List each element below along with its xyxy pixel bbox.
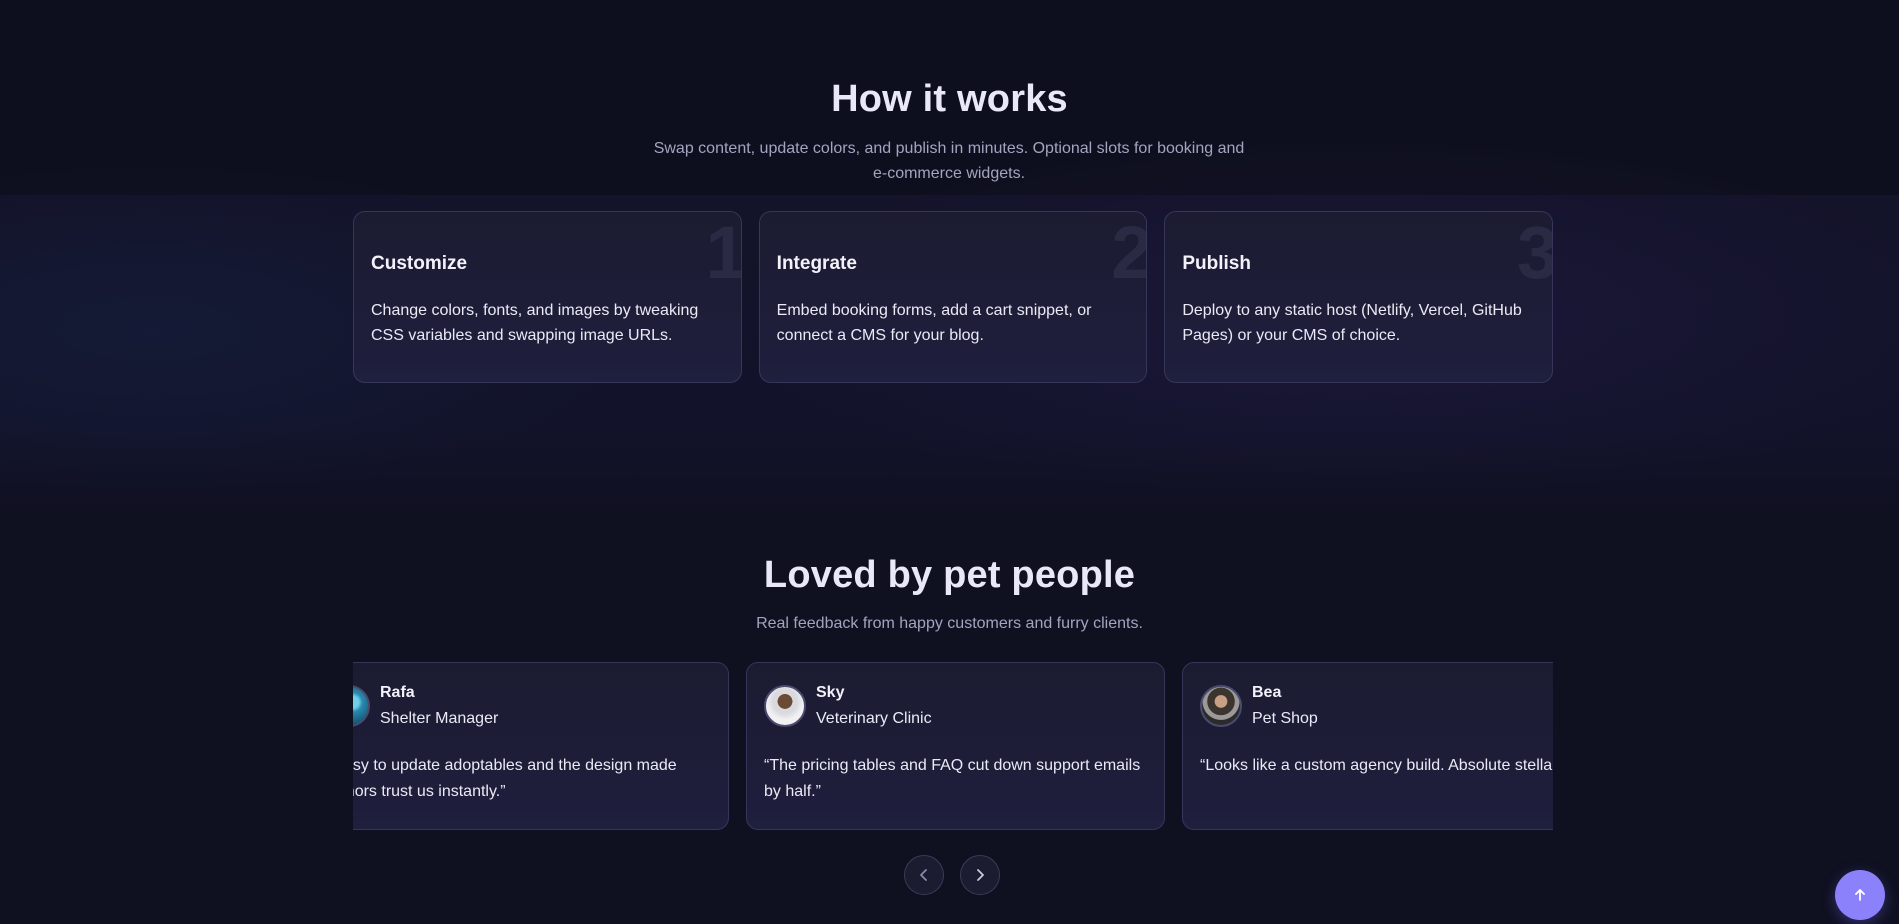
testimonial-quote: “The pricing tables and FAQ cut down sup… [764, 757, 1141, 800]
testimonials-title: Loved by pet people [763, 554, 1136, 596]
testimonial-name: Bea [1252, 684, 1282, 701]
avatar [1200, 685, 1242, 727]
avatar [764, 685, 806, 727]
step-text: Embed booking forms, add a cart snippet,… [776, 302, 1092, 344]
page: How it works Swap content, update colors… [0, 0, 1899, 924]
testimonials-subtitle: Real feedback from happy customers and f… [756, 615, 1143, 632]
step-title: Publish [1182, 253, 1251, 274]
testimonial-name: Sky [816, 684, 845, 701]
chevron-right-icon [977, 869, 984, 881]
scroll-to-top-button[interactable] [1835, 870, 1885, 920]
carousel-track: Rafa Shelter Manager “Easy to update ado… [353, 662, 1553, 830]
testimonial-quote: “Looks like a custom agency build. Absol… [1200, 757, 1553, 774]
testimonial-role: Pet Shop [1252, 710, 1318, 727]
testimonial-card-bea: Bea Pet Shop “Looks like a custom agency… [1182, 662, 1553, 830]
step-text: Deploy to any static host (Netlify, Verc… [1182, 302, 1522, 344]
testimonial-role: Veterinary Clinic [816, 710, 932, 727]
how-it-works-subtitle: Swap content, update colors, and publish… [653, 140, 1245, 182]
testimonial-name: Rafa [380, 684, 415, 701]
step-card-publish: 3 Publish Deploy to any static host (Net… [1164, 211, 1554, 383]
testimonial-role: Shelter Manager [380, 710, 499, 727]
carousel-prev-button[interactable] [904, 855, 944, 895]
chevron-left-icon [920, 869, 927, 881]
arrow-up-icon [1855, 889, 1865, 901]
testimonial-card-sky: Sky Veterinary Clinic “The pricing table… [746, 662, 1165, 830]
step-title: Customize [371, 253, 468, 274]
step-card-integrate: 2 Integrate Embed booking forms, add a c… [758, 211, 1148, 383]
step-card-customize: 1 Customize Change colors, fonts, and im… [353, 211, 742, 383]
testimonials-carousel[interactable]: Rafa Shelter Manager “Easy to update ado… [353, 662, 1553, 831]
testimonial-card-rafa: Rafa Shelter Manager “Easy to update ado… [353, 662, 729, 830]
steps-list: 1 Customize Change colors, fonts, and im… [353, 211, 1554, 383]
how-it-works-title: How it works [831, 78, 1068, 120]
step-title: Integrate [776, 253, 857, 274]
avatar [353, 685, 370, 727]
carousel-next-button[interactable] [960, 855, 1000, 895]
step-text: Change colors, fonts, and images by twea… [371, 302, 699, 344]
testimonial-quote: “Easy to update adoptables and the desig… [353, 757, 677, 800]
